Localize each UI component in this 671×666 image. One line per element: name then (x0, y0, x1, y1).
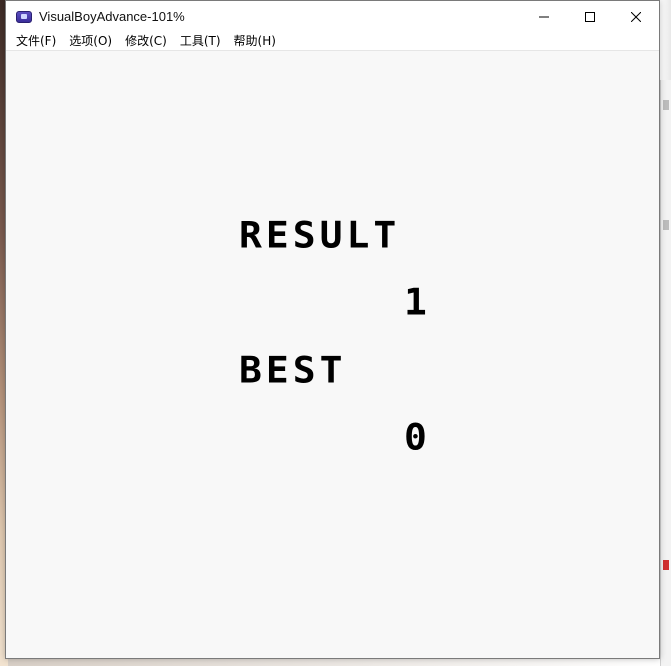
result-value: 1 (404, 281, 431, 323)
emulator-window: VisualBoyAdvance-101% 文件(F) 选项(O) 修改(C) … (5, 0, 660, 659)
menu-tools[interactable]: 工具(T) (174, 32, 228, 50)
title-bar[interactable]: VisualBoyAdvance-101% (6, 1, 659, 32)
menu-file[interactable]: 文件(F) (10, 32, 63, 50)
menu-cheats[interactable]: 修改(C) (119, 32, 174, 50)
menu-help[interactable]: 帮助(H) (228, 32, 283, 50)
menu-options[interactable]: 选项(O) (63, 32, 119, 50)
result-label: RESULT (239, 214, 401, 256)
background-marker (663, 560, 669, 570)
close-icon (631, 11, 641, 22)
minimize-icon (539, 16, 549, 17)
game-screen[interactable]: RESULT 1 BEST 0 (6, 51, 659, 658)
maximize-button[interactable] (567, 1, 613, 32)
background-marker (663, 100, 669, 110)
background-window-edge (660, 80, 671, 666)
best-value: 0 (404, 416, 431, 458)
best-label: BEST (239, 349, 347, 391)
window-title: VisualBoyAdvance-101% (39, 9, 185, 24)
gba-app-icon[interactable] (16, 10, 32, 23)
menu-bar: 文件(F) 选项(O) 修改(C) 工具(T) 帮助(H) (6, 32, 659, 51)
background-marker (663, 220, 669, 230)
maximize-icon (585, 11, 595, 22)
close-button[interactable] (613, 1, 659, 32)
minimize-button[interactable] (521, 1, 567, 32)
